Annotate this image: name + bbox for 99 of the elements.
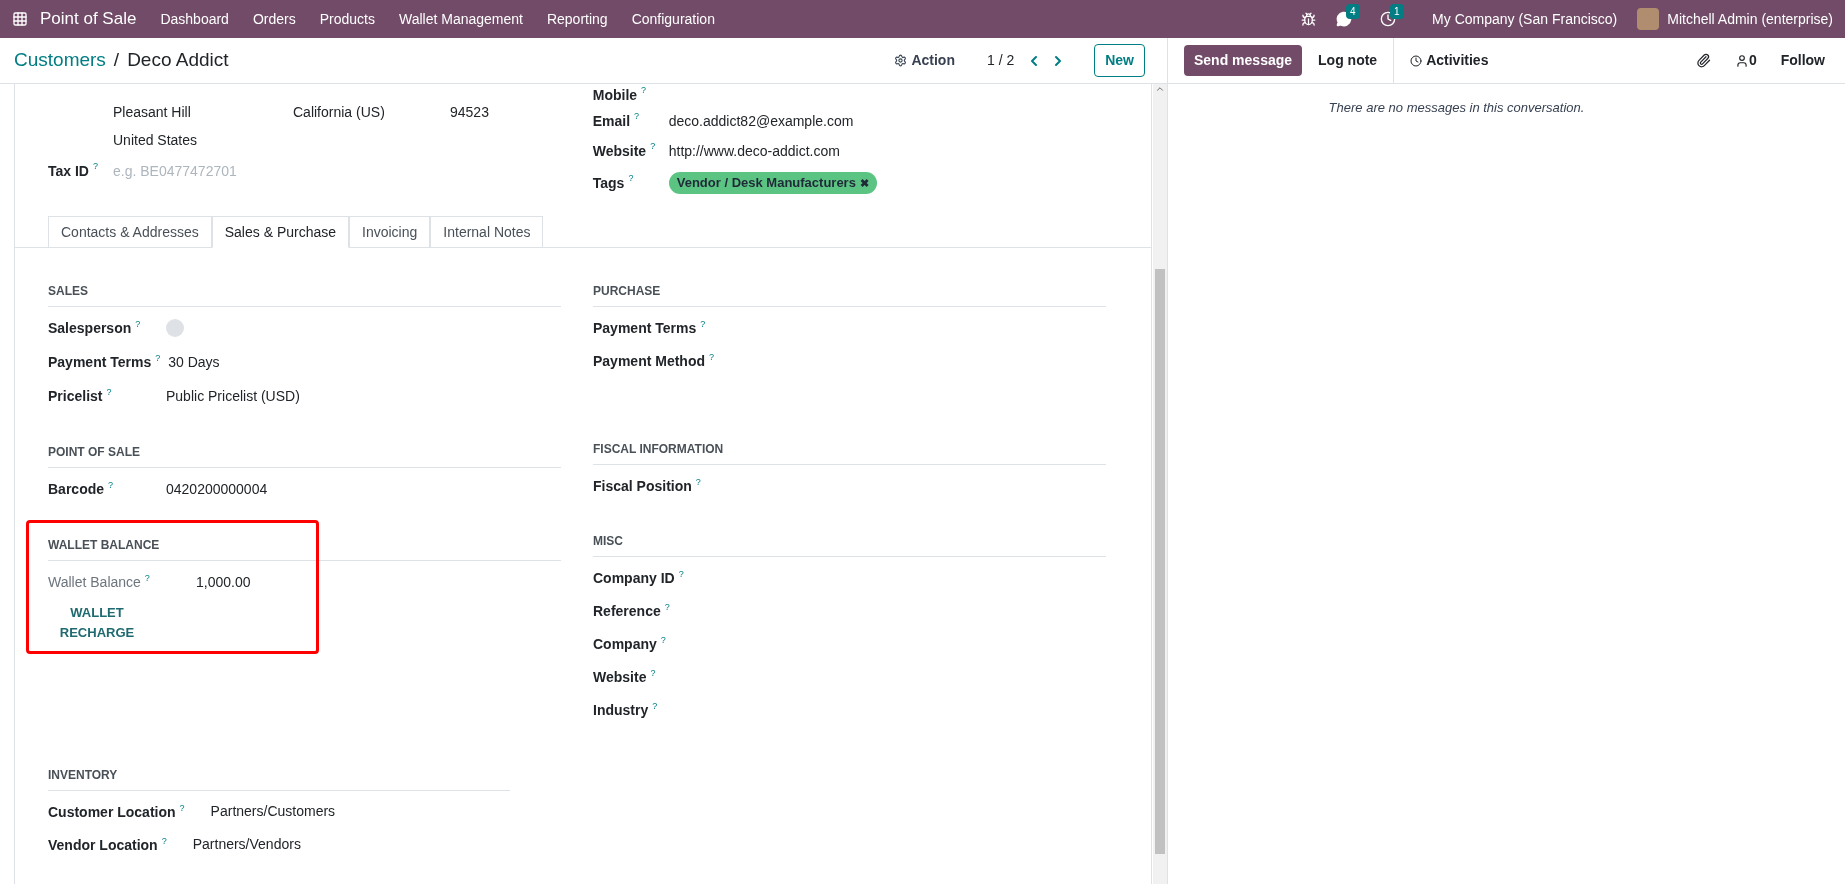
notebook-tab[interactable]: Contacts & Addresses [48,216,212,248]
help-mark[interactable]: ? [634,110,640,121]
field-label: Company [593,634,657,653]
help-mark[interactable]: ? [664,601,670,612]
field-label: Payment Method [593,351,705,370]
field-value[interactable]: http://www.deco-addict.com [668,140,840,162]
menu-item[interactable]: Wallet Management [398,8,523,30]
help-mark[interactable]: ? [628,172,634,183]
help-mark[interactable]: ? [93,160,98,171]
help-mark[interactable]: ? [652,700,658,711]
help-mark[interactable]: ? [678,568,684,579]
followers-count[interactable]: 0 [1748,50,1757,71]
field-label: Company ID [593,568,675,587]
breadcrumb-separator: / [113,48,120,73]
field-label: Pricelist [48,387,103,405]
field-label: Tax ID [48,161,89,181]
city-value[interactable]: Pleasant Hill [113,101,293,123]
scroll-up-icon[interactable] [1155,84,1165,94]
section-title: INVENTORY [48,768,118,782]
tax-id-field[interactable]: e.g. BE0477472701 [113,160,413,182]
section-title: POINT OF SALE [48,445,140,459]
field-label: Email [592,111,631,131]
field-label: Fiscal Position [593,476,692,495]
field-label: Wallet Balance [48,573,141,591]
wallet-recharge-button[interactable]: WALLET RECHARGE [52,603,142,643]
help-mark[interactable]: ? [695,476,701,487]
tag-remove[interactable]: ✖ [859,174,869,192]
gear-icon [894,54,908,67]
help-mark[interactable]: ? [155,353,161,363]
send-message-button[interactable]: Send message [1184,45,1303,76]
clock-icon [1410,54,1423,67]
field-value[interactable]: deco.addict82@example.com [668,110,854,132]
field-value[interactable]: 0420200000004 [166,478,268,500]
help-mark[interactable]: ? [660,634,666,645]
state-value[interactable]: California (US) [293,101,450,123]
help-mark[interactable]: ? [709,351,715,362]
empty-message: There are no messages in this conversation. [1328,99,1585,117]
menu-item[interactable]: Reporting [546,8,608,30]
menu-item[interactable]: Orders [252,8,296,30]
activities-button[interactable]: Activities [1394,50,1505,71]
activities-badge: 1 [1390,4,1404,19]
help-mark[interactable]: ? [700,318,706,329]
help-mark[interactable]: ? [641,84,647,95]
scrollbar[interactable] [1153,84,1167,884]
section-title: WALLET BALANCE [48,538,160,552]
section-title: SALES [48,284,88,298]
help-mark[interactable]: ? [106,387,112,397]
field-label: Vendor Location [48,835,158,854]
field-label: Salesperson [48,319,132,337]
field-value[interactable]: Public Pricelist (USD) [166,385,300,407]
field-value[interactable]: 30 Days [168,351,220,373]
menu-item[interactable]: Configuration [631,8,715,30]
field-label: Mobile [592,85,638,105]
help-mark[interactable]: ? [108,480,114,490]
field-label: Website [592,141,647,161]
section-title: MISC [593,534,623,548]
action-button[interactable]: Action [894,50,955,71]
help-mark[interactable]: ? [650,667,656,678]
notebook-tab[interactable]: Sales & Purchase [211,216,350,248]
user-menu[interactable]: Mitchell Admin (enterprise) [1667,8,1833,30]
section-title: FISCAL INFORMATION [593,442,724,456]
field-label: Industry [593,700,649,719]
help-mark[interactable]: ? [161,835,167,846]
messages-badge: 4 [1346,4,1360,19]
field-label: Barcode [48,480,105,498]
tag-badge[interactable]: Vendor / Desk Manufacturers ✖ [668,172,877,194]
field-label: Reference [593,601,661,620]
debug-icon[interactable] [1301,11,1317,27]
pager-value[interactable]: 1 / 2 [986,50,1015,71]
follow-button[interactable]: Follow [1780,50,1825,71]
country-value[interactable]: United States [113,129,198,151]
breadcrumb-current: Deco Addict [127,48,229,73]
followers-icon[interactable] [1734,53,1749,68]
log-note-button[interactable]: Log note [1302,37,1395,84]
zip-value[interactable]: 94523 [450,101,489,123]
menu-item[interactable]: Products [319,8,375,30]
company-switcher[interactable]: My Company (San Francisco) [1432,8,1618,30]
field-label: Website [593,667,647,686]
apps-menu-icon[interactable] [12,11,28,27]
field-label: Tags [592,173,625,193]
attachment-icon[interactable] [1695,53,1711,68]
field-value[interactable]: Partners/Customers [210,801,336,822]
notebook-tab[interactable]: Internal Notes [430,216,544,248]
tag-text: Vendor / Desk Manufacturers [676,174,856,193]
app-name[interactable]: Point of Sale [40,6,137,32]
menu-item[interactable]: Dashboard [160,8,229,30]
help-mark[interactable]: ? [650,140,656,151]
field-label: Payment Terms [593,318,697,337]
field-value: 1,000.00 [196,572,251,592]
help-mark[interactable]: ? [179,802,185,813]
new-button[interactable]: New [1094,44,1145,77]
help-mark[interactable]: ? [144,573,150,583]
help-mark[interactable]: ? [135,319,141,329]
field-value[interactable]: Partners/Vendors [192,834,301,855]
field-label: Customer Location [48,802,176,821]
notebook-tab[interactable]: Invoicing [349,216,431,248]
section-title: PURCHASE [593,284,661,298]
field-label: Payment Terms [48,353,152,371]
breadcrumb-link[interactable]: Customers [14,46,106,75]
